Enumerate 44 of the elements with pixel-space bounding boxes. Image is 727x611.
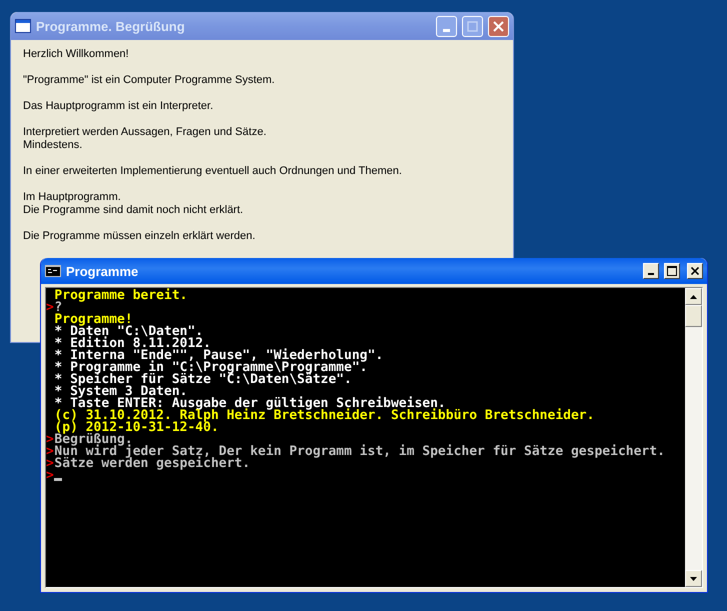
- paragraph: Interpretiert werden Aussagen, Fragen und Sätze. Mindestens.: [23, 126, 268, 152]
- console-line: * Edition 8.11.2012.: [54, 338, 211, 350]
- close-icon: [493, 20, 504, 32]
- down-arrow-icon: [690, 576, 697, 580]
- scroll-down-button[interactable]: [685, 570, 702, 587]
- console-line: Nun wird jeder Satz, Der kein Programm ist, im Speicher für Sätze gespeichert.: [54, 446, 665, 458]
- console-line: ?: [54, 302, 62, 314]
- scrollbar[interactable]: [685, 288, 702, 587]
- window-title: Programme. Begrüßung: [36, 18, 186, 34]
- paragraph: In einer erweiterten Implementierung eventuell auch Ordnungen und Themen.: [23, 165, 403, 178]
- window-title: Programme: [66, 264, 140, 278]
- console-line: * Speicher für Sätze "C:\Daten\Sätze".: [54, 374, 352, 386]
- console-line: * Interna "Ende"", Pause", "Wiederholung".: [54, 350, 384, 362]
- console-line: (p) 2012-10-31-12-40.: [54, 422, 219, 434]
- scroll-up-button[interactable]: [685, 288, 702, 305]
- prompt-marker: >: [46, 458, 54, 470]
- console-line: Programme!: [54, 314, 133, 326]
- close-icon: [691, 267, 699, 275]
- prompt-marker: >: [46, 470, 54, 482]
- paragraph: "Programme" ist ein Computer Programme System.: [23, 74, 276, 87]
- prompt-marker: >: [46, 446, 54, 458]
- up-arrow-icon: [690, 294, 697, 298]
- minimize-icon: [648, 273, 654, 275]
- console-line: Begrüßung.: [54, 434, 133, 446]
- paragraph: Die Programme müssen einzeln erklärt werden.: [23, 230, 256, 243]
- paragraph: Das Hauptprogramm ist ein Interpreter.: [23, 100, 214, 113]
- prompt-marker: >: [46, 302, 54, 314]
- console-line: Programme bereit.: [54, 290, 188, 302]
- close-button[interactable]: [687, 263, 703, 279]
- console-line: * System 3 Daten.: [54, 386, 188, 398]
- scroll-thumb[interactable]: [685, 305, 702, 327]
- console-line: * Programme in "C:\Programme\Programme".: [54, 362, 368, 374]
- window-icon: [15, 19, 31, 33]
- maximize-icon: [467, 20, 478, 32]
- console-line: (c) 31.10.2012. Ralph Heinz Bretschneider. Schreibbüro Bretschneider.: [54, 410, 594, 422]
- minimize-icon: [443, 28, 450, 32]
- paragraph: Im Hauptprogramm. Die Programme sind damit noch nicht erklärt.: [23, 191, 244, 217]
- console-icon: [45, 265, 61, 277]
- prompt-marker: >: [46, 434, 54, 446]
- minimize-button[interactable]: [643, 263, 659, 279]
- paragraph: Herzlich Willkommen!: [23, 48, 130, 61]
- maximize-button[interactable]: [664, 263, 680, 279]
- maximize-icon: [667, 266, 677, 276]
- console-line: Sätze werden gespeichert.: [54, 458, 250, 470]
